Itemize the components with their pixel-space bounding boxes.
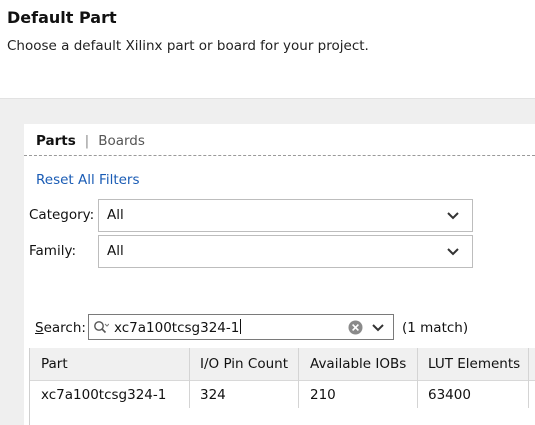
column-header-lut-elements[interactable]: LUT Elements — [428, 356, 520, 372]
column-divider — [528, 348, 529, 408]
column-divider — [189, 348, 190, 408]
page-subtitle: Choose a default Xilinx part or board fo… — [7, 38, 369, 54]
column-divider — [298, 348, 299, 408]
tab-separator: | — [84, 133, 90, 149]
match-count: (1 match) — [402, 320, 469, 336]
chevron-down-icon — [447, 212, 459, 220]
search-value: xc7a100tcsg324-1 — [114, 319, 242, 336]
family-label: Family: — [29, 243, 77, 259]
category-value: All — [107, 207, 124, 223]
cell-part: xc7a100tcsg324-1 — [41, 387, 167, 403]
column-divider — [417, 348, 418, 408]
table-header: Part I/O Pin Count Available IOBs LUT El… — [30, 348, 535, 381]
search-label-text: earch: — [43, 320, 86, 336]
search-input[interactable]: xc7a100tcsg324-1 — [88, 314, 394, 340]
page-title: Default Part — [7, 8, 117, 27]
search-text: xc7a100tcsg324-1 — [114, 320, 240, 336]
dialog-header: Default Part Choose a default Xilinx par… — [0, 0, 535, 100]
column-header-part[interactable]: Part — [41, 356, 68, 372]
part-selection-panel: Parts | Boards Reset All Filters Categor… — [24, 124, 535, 425]
family-select[interactable]: All — [98, 235, 473, 268]
cell-lut-elements: 63400 — [428, 387, 471, 403]
chevron-down-icon — [447, 248, 459, 256]
clear-search-icon[interactable] — [348, 320, 363, 335]
tab-boards[interactable]: Boards — [98, 133, 145, 149]
category-label: Category: — [29, 207, 95, 223]
category-select[interactable]: All — [98, 199, 473, 232]
chevron-down-icon[interactable] — [371, 323, 385, 333]
tab-parts[interactable]: Parts — [36, 133, 76, 149]
tab-bar: Parts | Boards — [36, 131, 145, 151]
column-header-available-iobs[interactable]: Available IOBs — [310, 356, 406, 372]
search-icon — [94, 321, 109, 334]
family-value: All — [107, 243, 124, 259]
text-caret — [240, 319, 242, 334]
search-label: Search: — [35, 320, 86, 336]
cell-io-pin-count: 324 — [200, 387, 226, 403]
column-header-io-pin-count[interactable]: I/O Pin Count — [200, 356, 288, 372]
reset-filters-link[interactable]: Reset All Filters — [36, 172, 140, 188]
search-label-mnemonic: S — [35, 320, 44, 336]
tab-divider — [24, 155, 535, 156]
parts-table: Part I/O Pin Count Available IOBs LUT El… — [29, 348, 535, 425]
cell-available-iobs: 210 — [310, 387, 336, 403]
